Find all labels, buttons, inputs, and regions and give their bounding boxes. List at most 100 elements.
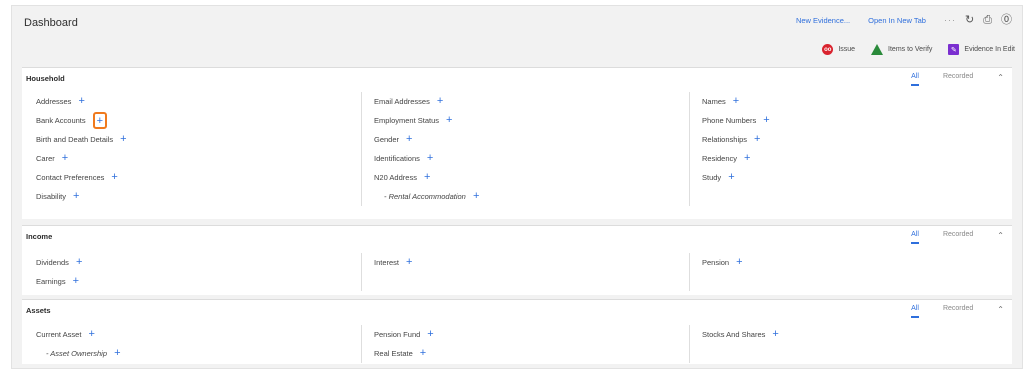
- evidence-label: Study: [702, 173, 722, 182]
- add-evidence-button[interactable]: +: [78, 96, 84, 107]
- evidence-label: Interest: [374, 258, 400, 267]
- add-evidence-button[interactable]: +: [744, 153, 750, 164]
- evidence-label: - Rental Accommodation: [384, 192, 466, 201]
- evidence-label: Residency: [702, 154, 738, 163]
- add-evidence-button[interactable]: +: [406, 257, 412, 268]
- legend-issue-label: Issue: [838, 46, 856, 53]
- tab-recorded[interactable]: Recorded: [943, 73, 973, 80]
- evidence-label: Names: [702, 97, 726, 106]
- evidence-label: Gender: [374, 135, 400, 144]
- income-column-2: Interest +: [362, 253, 690, 291]
- evidence-label: Identifications: [374, 154, 420, 163]
- add-evidence-button[interactable]: +: [76, 257, 82, 268]
- list-item: N20 Address +: [374, 168, 689, 187]
- list-item: Bank Accounts +: [36, 111, 361, 130]
- evidence-label: Disability: [36, 192, 67, 201]
- add-evidence-button[interactable]: +: [120, 134, 126, 145]
- add-evidence-button[interactable]: +: [772, 329, 778, 340]
- add-evidence-button[interactable]: +: [427, 329, 433, 340]
- evidence-label: Current Asset: [36, 330, 82, 339]
- empty-row: [374, 272, 689, 291]
- household-column-2: Email Addresses + Employment Status + Gend…: [362, 92, 690, 206]
- tab-recorded[interactable]: Recorded: [943, 231, 973, 238]
- add-evidence-button[interactable]: +: [62, 153, 68, 164]
- add-bank-accounts-button[interactable]: +: [92, 112, 108, 129]
- chevron-up-icon[interactable]: ⌃: [997, 73, 1004, 82]
- assets-column-3: Stocks And Shares +: [690, 325, 990, 363]
- tab-recorded[interactable]: Recorded: [943, 305, 973, 312]
- add-evidence-button[interactable]: +: [73, 276, 79, 287]
- household-header: Household All Recorded ⌃: [22, 68, 1012, 86]
- list-item: Carer +: [36, 149, 361, 168]
- household-column-1: Addresses + Bank Accounts + Birth and Deat…: [22, 92, 362, 206]
- list-item: Disability +: [36, 187, 361, 206]
- evidence-label: Real Estate: [374, 349, 413, 358]
- section-tabs: All Recorded ⌃: [911, 305, 1004, 318]
- list-item: Dividends +: [36, 253, 361, 272]
- more-icon[interactable]: ···: [944, 15, 956, 26]
- evidence-label: Pension: [702, 258, 730, 267]
- list-item: Residency +: [702, 149, 990, 168]
- evidence-label: Addresses: [36, 97, 72, 106]
- list-item: Addresses +: [36, 92, 361, 111]
- section-tabs: All Recorded ⌃: [911, 73, 1004, 86]
- list-item: Contact Preferences +: [36, 168, 361, 187]
- add-evidence-button[interactable]: +: [424, 172, 430, 183]
- add-evidence-button[interactable]: +: [763, 115, 769, 126]
- add-evidence-button[interactable]: +: [427, 153, 433, 164]
- income-column-3: Pension +: [690, 253, 990, 291]
- print-icon[interactable]: ⎙: [983, 15, 992, 26]
- evidence-label: Birth and Death Details: [36, 135, 114, 144]
- evidence-label: Email Addresses: [374, 97, 430, 106]
- open-in-new-tab-link[interactable]: Open In New Tab: [868, 16, 926, 25]
- list-item: Email Addresses +: [374, 92, 689, 111]
- section-title: Assets: [26, 306, 51, 315]
- list-item: Birth and Death Details +: [36, 130, 361, 149]
- list-item: Study +: [702, 168, 990, 187]
- chevron-up-icon[interactable]: ⌃: [997, 231, 1004, 240]
- evidence-label: - Asset Ownership: [46, 349, 107, 358]
- assets-section: Assets All Recorded ⌃ Current Asset + - A…: [22, 299, 1012, 364]
- section-title: Income: [26, 232, 53, 241]
- tab-all[interactable]: All: [911, 305, 919, 318]
- add-evidence-button[interactable]: +: [736, 257, 742, 268]
- evidence-label: Contact Preferences: [36, 173, 105, 182]
- refresh-icon[interactable]: ↻: [965, 15, 974, 26]
- income-column-1: Dividends + Earnings +: [22, 253, 362, 291]
- evidence-label: Employment Status: [374, 116, 440, 125]
- add-evidence-button[interactable]: +: [114, 348, 120, 359]
- dashboard-header: Dashboard New Evidence... Open In New Ta…: [12, 6, 1022, 64]
- list-item: Current Asset +: [36, 325, 361, 344]
- list-item: Real Estate +: [374, 344, 689, 363]
- list-item: Pension Fund +: [374, 325, 689, 344]
- list-item: - Asset Ownership +: [36, 344, 361, 363]
- add-evidence-button[interactable]: +: [728, 172, 734, 183]
- add-evidence-button[interactable]: +: [754, 134, 760, 145]
- legend-issue: oo Issue: [822, 44, 855, 55]
- add-evidence-button[interactable]: +: [733, 96, 739, 107]
- list-item: - Rental Accommodation +: [374, 187, 689, 206]
- add-evidence-button[interactable]: +: [437, 96, 443, 107]
- list-item: Phone Numbers +: [702, 111, 990, 130]
- section-tabs: All Recorded ⌃: [911, 231, 1004, 244]
- add-evidence-button[interactable]: +: [73, 191, 79, 202]
- add-evidence-button[interactable]: +: [406, 134, 412, 145]
- assets-column-2: Pension Fund + Real Estate +: [362, 325, 690, 363]
- chevron-up-icon[interactable]: ⌃: [997, 305, 1004, 314]
- page-title: Dashboard: [24, 17, 78, 29]
- evidence-label: Pension Fund: [374, 330, 421, 339]
- legend-edit: ✎ Evidence In Edit: [948, 44, 1015, 55]
- income-section: Income All Recorded ⌃ Dividends + Earning…: [22, 225, 1012, 295]
- add-evidence-button[interactable]: +: [420, 348, 426, 359]
- help-icon[interactable]: ⓪: [1001, 15, 1012, 26]
- new-evidence-link[interactable]: New Evidence...: [796, 16, 850, 25]
- dashboard-frame: Dashboard New Evidence... Open In New Ta…: [11, 5, 1023, 369]
- add-evidence-button[interactable]: +: [88, 329, 94, 340]
- add-evidence-button[interactable]: +: [473, 191, 479, 202]
- add-evidence-button[interactable]: +: [446, 115, 452, 126]
- header-actions: New Evidence... Open In New Tab ··· ↻ ⎙ …: [796, 15, 1012, 26]
- tab-all[interactable]: All: [911, 73, 919, 86]
- tab-all[interactable]: All: [911, 231, 919, 244]
- evidence-label: Stocks And Shares: [702, 330, 766, 339]
- add-evidence-button[interactable]: +: [111, 172, 117, 183]
